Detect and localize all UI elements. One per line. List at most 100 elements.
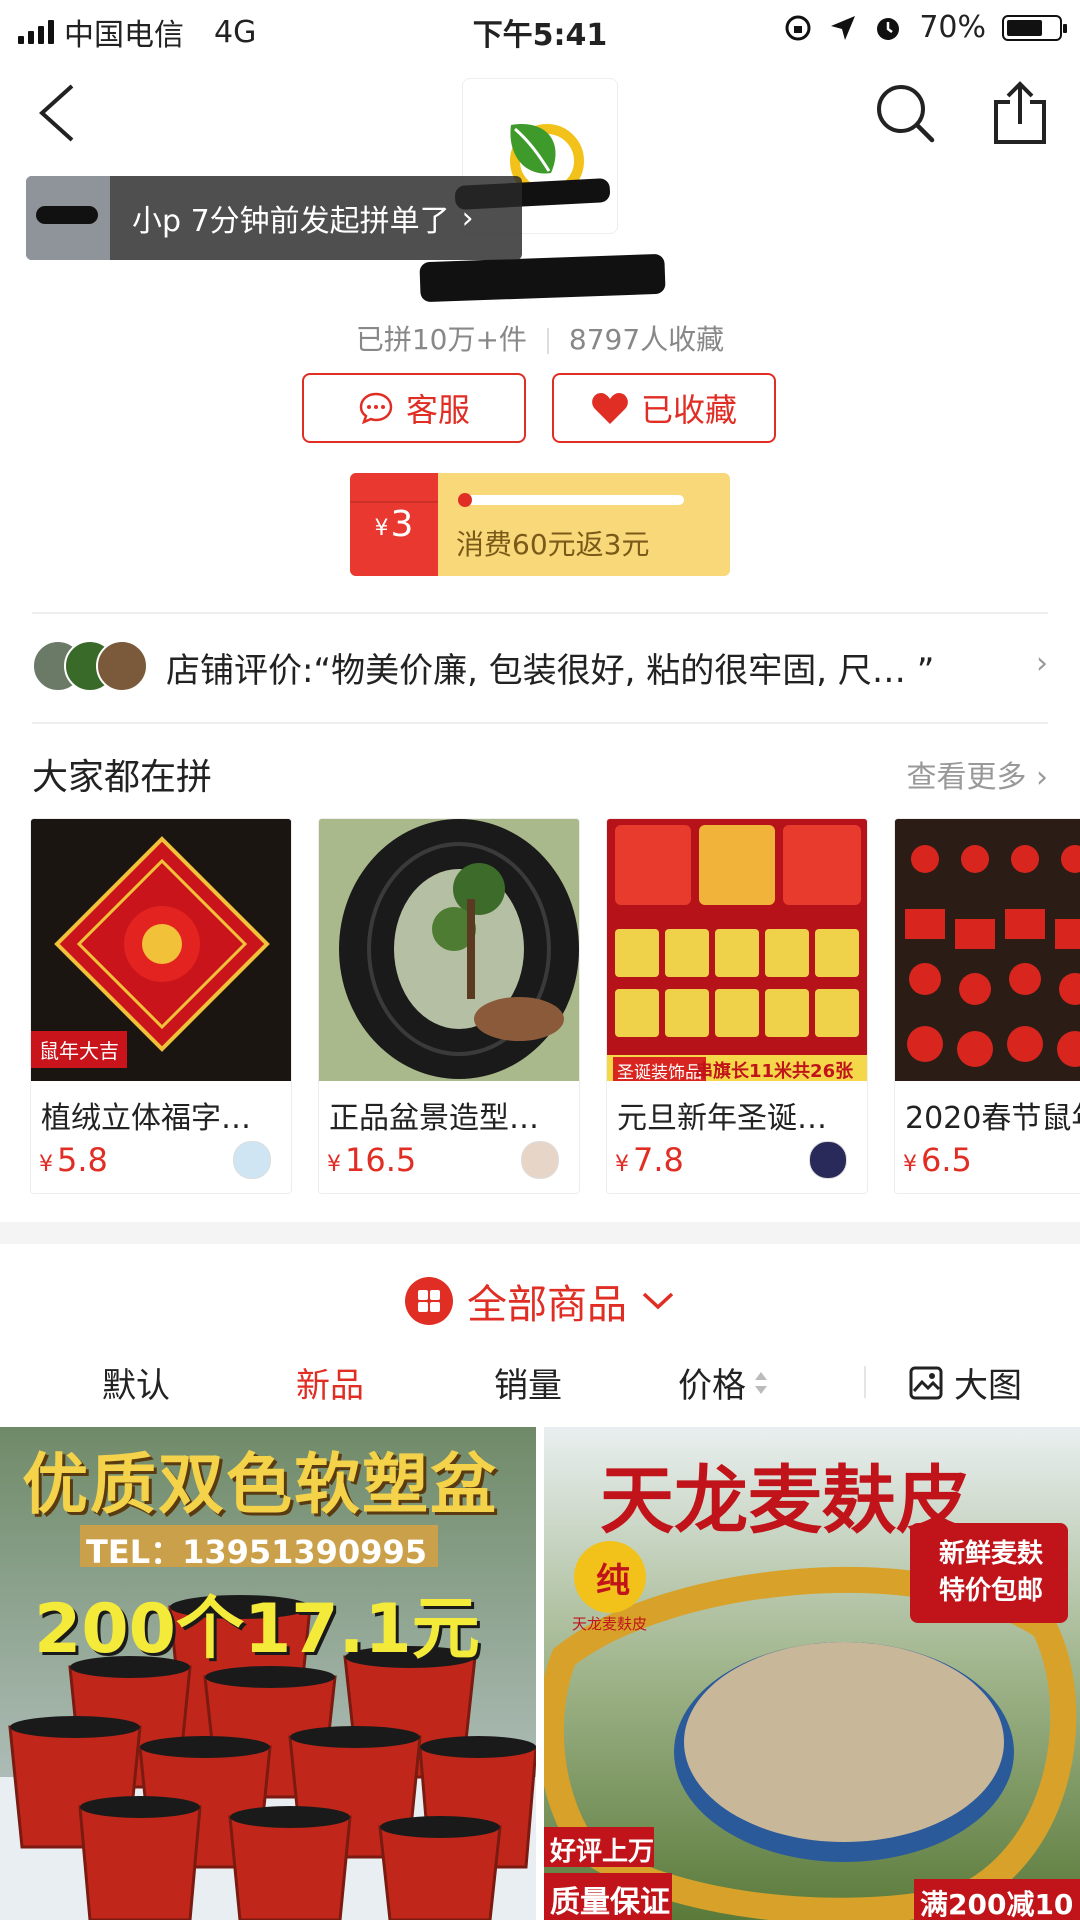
- sort-price-label: 价格: [678, 1366, 746, 1406]
- product-tag: 新鲜麦麸 特价包邮: [938, 1539, 1043, 1606]
- section-title: 大家都在拼: [32, 757, 213, 798]
- reviewer-avatars: [32, 640, 156, 694]
- product-card[interactable]: 优质双色软塑盆 TEL：13951390995 200个17.1元: [0, 1427, 536, 1920]
- avatar: [233, 1141, 271, 1179]
- review-badge: 好评上万: [550, 1837, 655, 1867]
- group-buy-notification[interactable]: 小p 7分钟前发起拼单了 ›: [26, 176, 522, 260]
- group-item-card[interactable]: 鼠年大吉 植绒立体福字… ¥5.8: [30, 818, 292, 1194]
- customer-service-button[interactable]: 客服: [302, 373, 526, 443]
- product-image: 鼠年大吉: [31, 819, 291, 1081]
- product-card[interactable]: 天龙麦麸皮 纯 天龙麦麸皮 新鲜麦麸 特价包邮 好评上万 质量保证 满200减1…: [544, 1427, 1080, 1920]
- chevron-right-icon: ›: [1036, 646, 1048, 681]
- divider: [32, 612, 1048, 614]
- chevron-right-icon: ›: [461, 200, 474, 236]
- price-value: 16.5: [345, 1141, 417, 1179]
- heart-icon: [592, 393, 628, 424]
- sort-divider: [864, 1366, 866, 1398]
- divider: [32, 722, 1048, 724]
- coupon-amount: ¥3: [350, 473, 438, 576]
- shop-stats: 已拼10万+件 8797人收藏: [0, 318, 1080, 358]
- big-image-toggle[interactable]: 大图: [908, 1358, 1022, 1407]
- discount-badge: 满200减10: [920, 1888, 1074, 1920]
- holiday-banner-image: [607, 819, 867, 1081]
- banner-text: 串旗长11米共26张: [695, 1061, 854, 1081]
- group-item-card[interactable]: 2020春节鼠年 ¥6.5: [894, 818, 1080, 1194]
- battery-percent: 70%: [919, 10, 986, 45]
- sort-default[interactable]: 默认: [102, 1358, 170, 1407]
- battery-icon: [1002, 14, 1067, 41]
- see-more-link[interactable]: 查看更多 ›: [906, 752, 1048, 796]
- currency: ¥: [39, 1152, 53, 1177]
- group-item-card[interactable]: 圣诞装饰品 串旗长11米共26张 元旦新年圣诞… ¥7.8: [606, 818, 868, 1194]
- cashback-coupon[interactable]: ¥3 消费60元返3元: [350, 473, 730, 576]
- avatar: [26, 176, 110, 260]
- spring-festival-image: [895, 819, 1080, 1081]
- coupon-currency: ¥: [374, 516, 389, 541]
- fav-label: 已收藏: [640, 391, 737, 429]
- item-name: 元旦新年圣诞…: [617, 1101, 827, 1136]
- product-image: [895, 819, 1080, 1081]
- service-label: 客服: [405, 391, 470, 429]
- back-icon[interactable]: [28, 78, 88, 148]
- section-gap: [0, 1222, 1080, 1244]
- sort-price[interactable]: 价格: [678, 1358, 768, 1407]
- share-icon[interactable]: [990, 80, 1050, 146]
- favorited-button[interactable]: 已收藏: [552, 373, 776, 443]
- quality-badge: 质量保证: [550, 1885, 670, 1920]
- item-price: ¥16.5: [327, 1141, 416, 1179]
- group-item-card[interactable]: 正品盆景造型… ¥16.5: [318, 818, 580, 1194]
- avatar: [96, 640, 148, 692]
- badge: 鼠年大吉: [31, 1031, 127, 1068]
- redacted-shop-name: [419, 253, 666, 303]
- item-name: 植绒立体福字…: [41, 1101, 251, 1136]
- sort-arrows-icon: [755, 1371, 767, 1394]
- grid-icon: [405, 1277, 453, 1325]
- all-goods-header[interactable]: 全部商品: [0, 1272, 1080, 1330]
- coupon-progress-bar: [458, 493, 684, 507]
- currency: ¥: [327, 1152, 341, 1177]
- pure-seal: 纯: [596, 1561, 630, 1601]
- item-price: ¥6.5: [903, 1141, 972, 1179]
- alarm-icon: [877, 17, 900, 40]
- image-view-icon: [909, 1366, 943, 1399]
- product-image: 圣诞装饰品 串旗长11米共26张: [607, 819, 867, 1081]
- seal-subtitle: 天龙麦麸皮: [572, 1615, 648, 1633]
- coupon-value: 3: [390, 504, 414, 545]
- sold-count: 已拼10万+件: [355, 323, 527, 356]
- chat-icon: [359, 392, 393, 425]
- shop-review-row[interactable]: 店铺评价:“物美价廉, 包装很好, 粘的很牢固, 尺… ” ›: [32, 636, 1048, 698]
- item-name: 2020春节鼠年: [905, 1101, 1080, 1136]
- avatar: [521, 1141, 559, 1179]
- currency: ¥: [615, 1152, 629, 1177]
- price-value: 7.8: [633, 1141, 684, 1179]
- battery-fill: [1007, 19, 1042, 36]
- currency: ¥: [903, 1152, 917, 1177]
- coupon-progress-fill: [458, 493, 472, 507]
- status-bar: 中国电信 4G 下午5:41 70%: [0, 0, 1080, 56]
- product-tel: TEL：13951390995: [86, 1533, 428, 1571]
- product-image: [319, 819, 579, 1081]
- big-image-label: 大图: [954, 1366, 1022, 1406]
- chevron-down-icon: [642, 1292, 674, 1310]
- rotation-lock-icon: [785, 15, 811, 40]
- status-right: 70%: [783, 10, 1067, 45]
- fav-count: 8797人收藏: [568, 323, 725, 356]
- sort-bar: 默认 新品 销量 价格 大图: [0, 1358, 1080, 1408]
- avatar: [809, 1141, 847, 1179]
- price-value: 6.5: [921, 1141, 972, 1179]
- stats-divider: [546, 328, 549, 354]
- notification-text: 小p 7分钟前发起拼单了: [132, 204, 450, 239]
- all-goods-title: 全部商品: [467, 1282, 627, 1328]
- location-icon: [831, 15, 856, 40]
- search-icon[interactable]: [872, 80, 938, 146]
- item-name: 正品盆景造型…: [329, 1101, 539, 1136]
- product-headline: 优质双色软塑盆: [22, 1446, 498, 1523]
- sort-new[interactable]: 新品: [296, 1358, 364, 1407]
- sort-sales[interactable]: 销量: [494, 1358, 562, 1407]
- item-price: ¥5.8: [39, 1141, 108, 1179]
- coupon-text: 消费60元返3元: [456, 528, 650, 561]
- product-promo: 200个17.1元: [34, 1590, 480, 1669]
- product-headline: 天龙麦麸皮: [600, 1458, 970, 1544]
- tag: 圣诞装饰品: [613, 1057, 706, 1081]
- price-value: 5.8: [57, 1141, 108, 1179]
